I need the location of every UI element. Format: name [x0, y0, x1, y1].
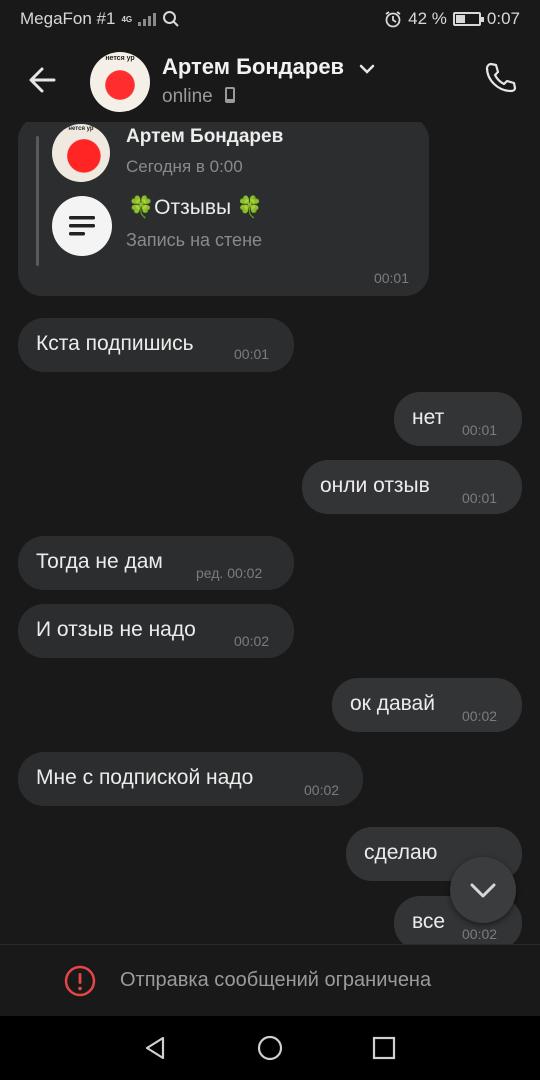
battery-icon	[452, 12, 484, 26]
triangle-back-icon[interactable]	[142, 1034, 170, 1062]
message-incoming[interactable]: И отзыв не надо 00:02	[18, 604, 294, 658]
avatar[interactable]: нется ур	[90, 52, 150, 112]
network-type: 4G	[121, 15, 133, 24]
alarm-icon	[385, 11, 401, 28]
message-time: 00:01	[373, 270, 409, 286]
restriction-banner: Отправка сообщений ограничена	[0, 944, 540, 1017]
message-text: И отзыв не надо	[36, 618, 196, 641]
message-time: 00:02	[234, 633, 270, 649]
circle-home-icon[interactable]	[256, 1034, 284, 1062]
signal-icon	[138, 12, 157, 26]
search-icon	[163, 11, 179, 27]
chevron-down-icon	[470, 883, 496, 898]
arrow-left-icon[interactable]	[24, 60, 64, 100]
message-text: сделаю	[364, 841, 438, 864]
post-author-name: Артем Бондарев	[126, 126, 284, 147]
document-icon	[52, 196, 112, 256]
status-bar: MegaFon #1 4G 42 % 0:07	[0, 0, 540, 38]
message-text: Мне с подпиской надо	[36, 766, 254, 789]
square-recent-icon[interactable]	[370, 1034, 398, 1062]
presence-label: online	[162, 86, 213, 107]
message-text: онли отзыв	[320, 474, 430, 497]
post-subtitle: Запись на стене	[126, 230, 263, 250]
message-text: ок давай	[350, 692, 435, 715]
phone-icon[interactable]	[482, 60, 518, 96]
message-list[interactable]: нется ур Артем Бондарев Сегодня в 0:00 🍀…	[0, 122, 540, 944]
clock: 0:07	[486, 9, 520, 28]
carrier-label: MegaFon #1	[20, 9, 116, 28]
presence-status: online	[162, 86, 236, 108]
message-incoming[interactable]: Мне с подпиской надо 00:02	[18, 752, 363, 806]
message-time: 00:01	[234, 346, 270, 362]
message-time: 00:01	[462, 490, 498, 506]
message-text: все	[412, 910, 446, 933]
post-title: 🍀Отзывы 🍀	[128, 196, 264, 219]
message-outgoing[interactable]: ок давай 00:02	[332, 678, 522, 732]
message-time: 00:01	[462, 422, 498, 438]
message-incoming[interactable]: Кста подпишись 00:01	[18, 318, 294, 372]
system-nav-bar	[0, 1016, 540, 1080]
contact-name[interactable]: Артем Бондарев	[162, 54, 344, 80]
quote-bar	[36, 136, 39, 266]
wall-post-attachment[interactable]: нется ур Артем Бондарев Сегодня в 0:00 🍀…	[18, 122, 429, 296]
message-outgoing[interactable]: нет 00:01	[394, 392, 522, 446]
message-time: 00:02	[462, 926, 498, 942]
post-date: Сегодня в 0:00	[126, 157, 243, 176]
exclamation-circle-icon	[64, 965, 96, 997]
message-text: Тогда не дам	[36, 550, 163, 573]
message-text: Кста подпишись	[36, 332, 194, 355]
battery-percent: 42 %	[408, 9, 447, 28]
avatar-caption: нется ур	[68, 126, 94, 132]
message-time: 00:02	[304, 782, 340, 798]
message-incoming[interactable]: Тогда не дам ред. 00:02	[18, 536, 294, 590]
message-time: ред. 00:02	[196, 565, 263, 581]
chevron-down-icon[interactable]	[358, 60, 376, 78]
restriction-text: Отправка сообщений ограничена	[120, 969, 432, 991]
avatar-caption: нется ур	[105, 55, 135, 62]
message-outgoing[interactable]: онли отзыв 00:01	[302, 460, 522, 514]
message-text: нет	[412, 406, 445, 429]
chat-header: нется ур Артем Бондарев online	[0, 38, 540, 122]
mobile-icon	[225, 87, 235, 103]
message-time: 00:02	[462, 708, 498, 724]
post-author-avatar: нется ур	[52, 124, 110, 182]
scroll-down-button[interactable]	[450, 857, 516, 923]
